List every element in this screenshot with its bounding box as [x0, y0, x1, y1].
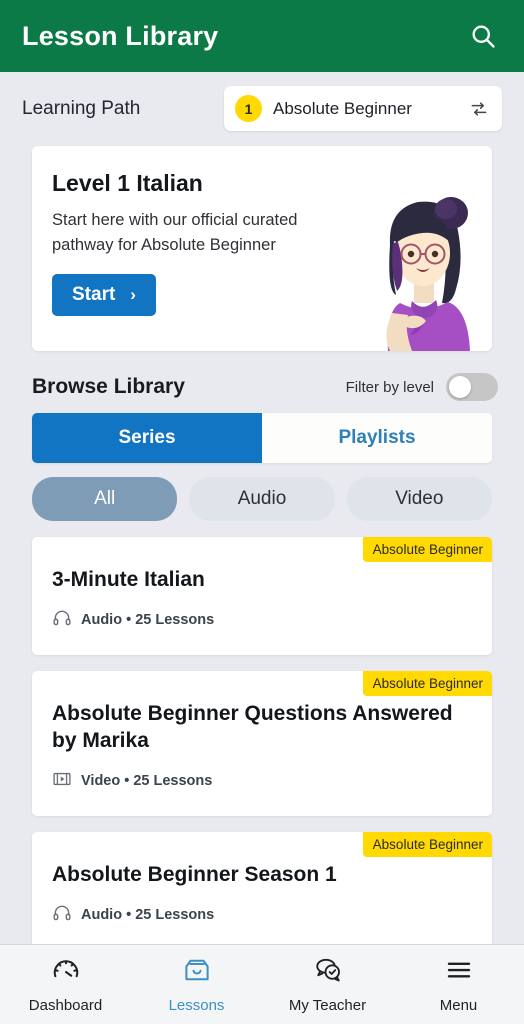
lesson-list: Absolute Beginner 3-Minute Italian Audio… [32, 537, 492, 950]
lesson-meta: Audio • 25 Lessons [52, 903, 472, 928]
list-item[interactable]: Absolute Beginner Absolute Beginner Seas… [32, 831, 492, 950]
status-badge: Absolute Beginner [362, 831, 492, 857]
filter-by-level-toggle[interactable] [446, 373, 498, 401]
nav-label-dashboard: Dashboard [28, 997, 103, 1014]
nav-label-my-teacher: My Teacher [288, 997, 367, 1014]
learning-path-selector[interactable]: 1 Absolute Beginner [224, 86, 502, 131]
learning-path-row: Learning Path 1 Absolute Beginner [0, 72, 524, 141]
status-badge: Absolute Beginner [362, 670, 492, 696]
browse-library-row: Browse Library Filter by level [0, 351, 524, 413]
nav-item-dashboard[interactable]: Dashboard [0, 955, 131, 1014]
level-badge: 1 [235, 95, 262, 122]
level-card-description: Start here with our official curated pat… [52, 211, 298, 255]
content-type-tabs: Series Playlists [32, 413, 492, 463]
hamburger-icon [444, 955, 474, 990]
lesson-meta: Audio • 25 Lessons [52, 608, 472, 633]
teacher-illustration [386, 197, 470, 351]
headphones-icon [52, 608, 72, 633]
list-item[interactable]: Absolute Beginner 3-Minute Italian Audio… [32, 537, 492, 655]
lesson-title: 3-Minute Italian [52, 568, 205, 591]
pill-audio[interactable]: Audio [189, 477, 335, 521]
tab-playlists[interactable]: Playlists [262, 413, 492, 463]
swap-icon[interactable] [469, 99, 489, 119]
chat-check-icon [313, 955, 343, 990]
bottom-navigation: Dashboard Lessons My Teacher Menu [0, 944, 524, 1024]
media-filter-pills: All Audio Video [32, 477, 492, 521]
lesson-meta-text: Video • 25 Lessons [81, 773, 213, 790]
nav-item-my-teacher[interactable]: My Teacher [262, 955, 393, 1014]
level-card-title: Level 1 Italian [52, 170, 203, 196]
headphones-icon [52, 903, 72, 928]
lesson-meta-text: Audio • 25 Lessons [81, 907, 215, 923]
nav-label-lessons: Lessons [168, 997, 225, 1014]
status-badge: Absolute Beginner [362, 537, 492, 562]
learning-path-label: Learning Path [22, 97, 141, 119]
lesson-meta: Video • 25 Lessons [52, 769, 472, 794]
browse-library-title: Browse Library [32, 375, 185, 398]
nav-item-menu[interactable]: Menu [393, 955, 524, 1014]
pill-all[interactable]: All [32, 477, 178, 521]
start-button[interactable]: Start › [52, 274, 156, 317]
learning-path-level-name: Absolute Beginner [273, 98, 412, 118]
inbox-icon [182, 955, 212, 990]
nav-label-menu: Menu [439, 997, 478, 1014]
video-icon [52, 769, 72, 794]
level-card[interactable]: Level 1 Italian Start here with our offi… [32, 146, 492, 351]
gauge-icon [51, 955, 81, 990]
filter-by-level-group: Filter by level [346, 373, 498, 401]
nav-item-lessons[interactable]: Lessons [131, 955, 262, 1014]
list-item[interactable]: Absolute Beginner Absolute Beginner Ques… [32, 670, 492, 816]
filter-by-level-label: Filter by level [345, 378, 434, 396]
lesson-title: Absolute Beginner Questions Answered by … [52, 701, 453, 752]
tab-series[interactable]: Series [32, 413, 262, 463]
app-header: Lesson Library [0, 0, 524, 72]
level-card-content: Level 1 Italian Start here with our offi… [32, 146, 362, 317]
pill-video[interactable]: Video [346, 477, 492, 521]
page-title: Lesson Library [22, 20, 219, 51]
chevron-right-icon: › [130, 285, 136, 305]
lesson-meta-text: Audio • 25 Lessons [81, 612, 215, 629]
start-button-label: Start [72, 284, 116, 306]
search-icon[interactable] [464, 17, 502, 55]
app-screen: Lesson Library Learning Path 1 Absolute … [0, 0, 524, 1024]
toggle-knob [449, 376, 471, 398]
lesson-title: Absolute Beginner Season 1 [52, 862, 337, 886]
